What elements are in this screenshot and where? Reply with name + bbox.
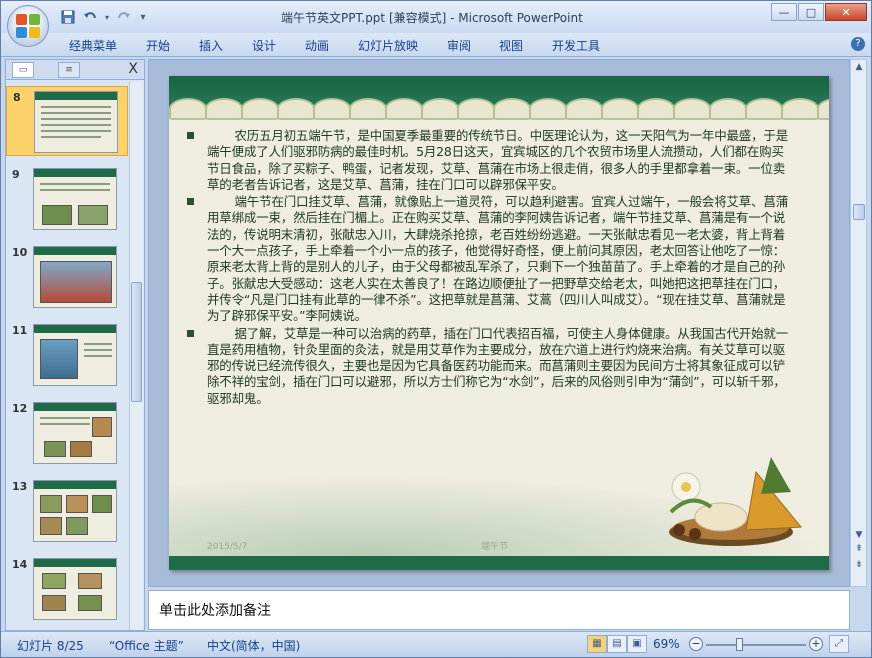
minimize-button[interactable]: — xyxy=(771,3,797,21)
undo-dropdown-icon[interactable]: ▾ xyxy=(103,8,111,26)
slide-thumbnails: 8 9 10 11 12 13 14 xyxy=(6,82,128,630)
bullet-paragraph: 端午节在门口挂艾草、菖蒲，就像贴上一道灵符，可以趋利避害。宜宾人过端午，一般会将… xyxy=(187,194,795,324)
thumbnails-scrollbar[interactable] xyxy=(129,82,143,630)
tab-home[interactable]: 开始 xyxy=(146,37,170,54)
slide-thumb-14[interactable]: 14 xyxy=(6,554,128,624)
quick-access-toolbar: ▾ ▾ xyxy=(59,8,149,26)
scroll-down-icon[interactable]: ▼ xyxy=(853,530,865,542)
zongzi-illustration-icon xyxy=(669,457,803,546)
bullet-icon xyxy=(187,198,194,206)
next-slide-icon[interactable]: ⇟ xyxy=(853,560,865,572)
ribbon-tabs: 经典菜单 开始 插入 设计 动画 幻灯片放映 审阅 视图 开发工具 xyxy=(1,33,871,57)
slide-preview xyxy=(33,168,117,230)
tab-design[interactable]: 设计 xyxy=(252,37,276,54)
tab-classic-menu[interactable]: 经典菜单 xyxy=(69,37,117,54)
redo-icon[interactable] xyxy=(115,8,133,26)
tab-review[interactable]: 审阅 xyxy=(447,37,471,54)
slide-scrollbar[interactable]: ▲ ▼ ⇞ ⇟ xyxy=(850,59,867,587)
language-indicator[interactable]: 中文(简体，中国) xyxy=(207,637,300,654)
bullet-icon xyxy=(187,132,194,139)
slide-number: 8 xyxy=(13,91,21,104)
slide-sorter-icon[interactable]: ▤ xyxy=(607,635,627,653)
zoom-level[interactable]: 69% xyxy=(653,637,680,651)
scrollbar-thumb[interactable] xyxy=(131,282,142,402)
paragraph-text: 农历五月初五端午节，是中国夏季最重要的传统节日。中医理论认为，这一天阳气为一年中… xyxy=(207,128,789,192)
office-button[interactable] xyxy=(7,5,49,47)
zoom-out-icon[interactable]: − xyxy=(689,637,703,651)
outline-tab-icon[interactable]: ≡ xyxy=(58,62,80,78)
slide-thumb-10[interactable]: 10 xyxy=(6,242,128,312)
theme-name[interactable]: “Office 主题” xyxy=(109,637,184,654)
customize-qat-icon[interactable]: ▾ xyxy=(137,8,149,26)
help-icon[interactable]: ? xyxy=(851,37,865,51)
slideshow-view-icon[interactable]: ▣ xyxy=(627,635,647,653)
tab-view[interactable]: 视图 xyxy=(499,37,523,54)
maximize-button[interactable]: □ xyxy=(798,3,824,21)
window-controls: — □ ✕ xyxy=(771,3,867,21)
undo-icon[interactable] xyxy=(81,8,99,26)
notes-placeholder: 单击此处添加备注 xyxy=(159,603,271,619)
tab-developer[interactable]: 开发工具 xyxy=(552,37,600,54)
window-title: 端午节英文PPT.ppt [兼容模式] - Microsoft PowerPoi… xyxy=(281,11,583,25)
save-icon[interactable] xyxy=(59,8,77,26)
slide-preview xyxy=(33,324,117,386)
tab-animations[interactable]: 动画 xyxy=(305,37,329,54)
slide-thumb-9[interactable]: 9 xyxy=(6,164,128,234)
close-button[interactable]: ✕ xyxy=(825,3,867,21)
slide-footer: 端午节 xyxy=(481,542,509,552)
bullet-icon xyxy=(187,329,194,337)
slides-pane: ▭ ≡ X 8 9 10 11 12 13 14 xyxy=(5,59,145,631)
powerpoint-window: ▾ ▾ 端午节英文PPT.ppt [兼容模式] - Microsoft Powe… xyxy=(0,0,872,658)
paragraph-text: 端午节在门口挂艾草、菖蒲，就像贴上一道灵符，可以趋利避害。宜宾人过端午，一般会将… xyxy=(207,194,789,324)
slide-preview xyxy=(33,480,117,542)
slide-editing-area: 农历五月初五端午节，是中国夏季最重要的传统节日。中医理论认为，这一天阳气为一年中… xyxy=(148,59,850,587)
slide-number: 12 xyxy=(12,402,28,415)
slide-thumb-8[interactable]: 8 xyxy=(6,86,128,156)
pane-close-button[interactable]: X xyxy=(128,61,138,77)
slide-counter: 幻灯片 8/25 xyxy=(17,639,84,653)
notes-pane[interactable]: 单击此处添加备注 xyxy=(148,590,850,630)
zoom-in-icon[interactable]: + xyxy=(809,637,823,651)
slide-thumb-12[interactable]: 12 xyxy=(6,398,128,468)
slide-preview xyxy=(33,558,117,620)
slide-date: 2015/5/7 xyxy=(207,542,248,552)
fit-to-window-icon[interactable]: ⤢ xyxy=(829,635,849,653)
slide-thumb-13[interactable]: 13 xyxy=(6,476,128,546)
normal-view-icon[interactable]: ▦ xyxy=(587,635,607,653)
bullet-paragraph: 农历五月初五端午节，是中国夏季最重要的传统节日。中医理论认为，这一天阳气为一年中… xyxy=(187,128,795,193)
previous-slide-icon[interactable]: ⇞ xyxy=(853,544,865,556)
slide-number: 13 xyxy=(12,480,28,493)
slide-number: 9 xyxy=(12,168,20,181)
tab-slideshow[interactable]: 幻灯片放映 xyxy=(358,37,418,54)
slide-number: 14 xyxy=(12,558,28,571)
zoom-slider[interactable] xyxy=(706,638,806,651)
slide-preview xyxy=(34,91,118,153)
office-logo-icon xyxy=(16,14,40,38)
scrollbar-thumb[interactable] xyxy=(853,204,865,220)
slide-number: 10 xyxy=(12,246,28,259)
scroll-up-icon[interactable]: ▲ xyxy=(853,62,865,74)
pane-tabs: ▭ ≡ X xyxy=(6,60,144,80)
cloud-pattern xyxy=(169,90,829,120)
status-bar: 幻灯片 8/25 “Office 主题” 中文(简体，中国) ▦ ▤ ▣ 69%… xyxy=(1,631,871,657)
current-slide[interactable]: 农历五月初五端午节，是中国夏季最重要的传统节日。中医理论认为，这一天阳气为一年中… xyxy=(169,76,829,570)
slide-body-text[interactable]: 农历五月初五端午节，是中国夏季最重要的传统节日。中医理论认为，这一天阳气为一年中… xyxy=(187,128,795,408)
title-bar: ▾ ▾ 端午节英文PPT.ppt [兼容模式] - Microsoft Powe… xyxy=(1,1,871,33)
zoom-slider-knob[interactable] xyxy=(736,638,743,651)
paragraph-text: 据了解，艾草是一种可以治病的药草，插在门口代表招百福，可使主人身体健康。从我国古… xyxy=(207,325,789,406)
bullet-paragraph: 据了解，艾草是一种可以治病的药草，插在门口代表招百福，可使主人身体健康。从我国古… xyxy=(187,326,795,407)
slide-number: 11 xyxy=(12,324,28,337)
tab-insert[interactable]: 插入 xyxy=(199,37,223,54)
slide-thumb-11[interactable]: 11 xyxy=(6,320,128,390)
slide-footer-band xyxy=(169,556,829,570)
slide-preview xyxy=(33,402,117,464)
slide-preview xyxy=(33,246,117,308)
slides-tab-icon[interactable]: ▭ xyxy=(12,62,34,78)
